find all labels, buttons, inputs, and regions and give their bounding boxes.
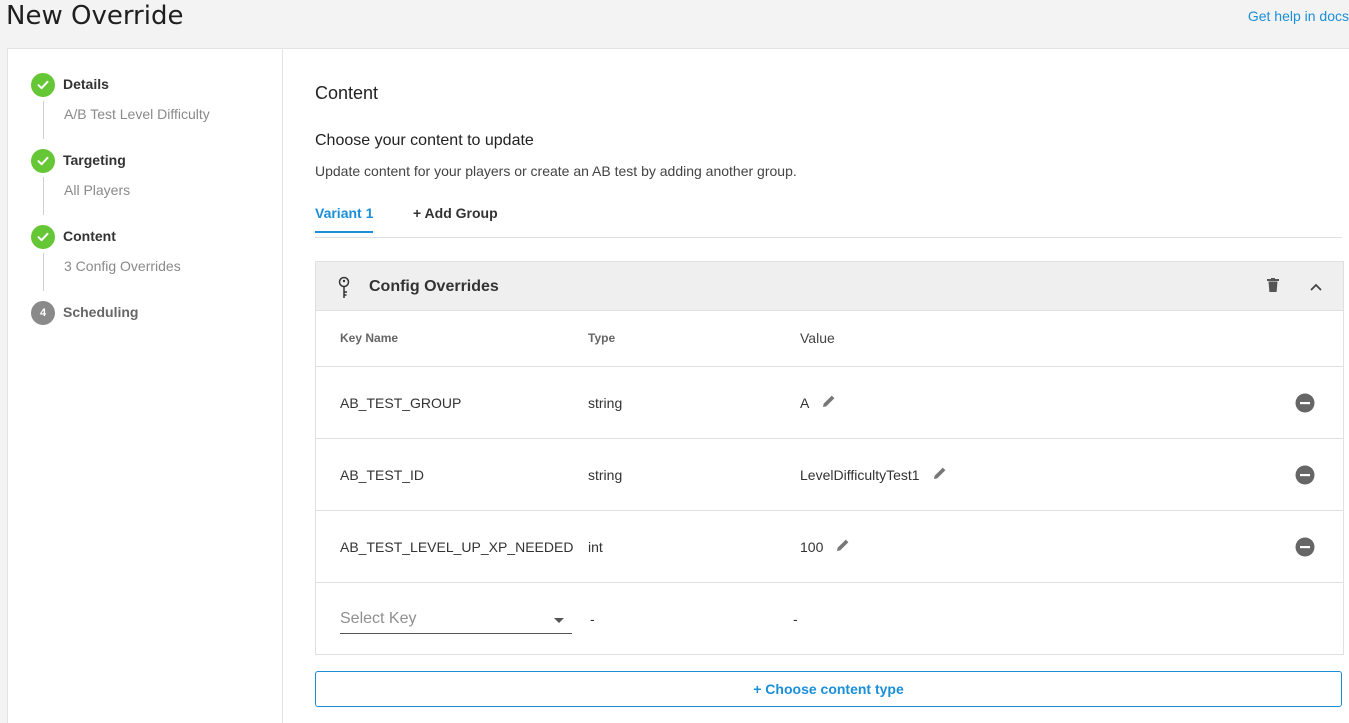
check-icon — [31, 225, 55, 249]
section-title: Content — [315, 83, 379, 103]
step-connector — [43, 253, 44, 291]
key-icon — [336, 276, 352, 305]
step-connector — [43, 177, 44, 215]
new-key-row: Select Key - - — [316, 583, 1343, 654]
step-number-badge: 4 — [31, 301, 55, 325]
content-area: Content Choose your content to update Up… — [283, 49, 1349, 723]
key-name-cell: AB_TEST_LEVEL_UP_XP_NEEDED — [340, 539, 574, 555]
choose-content-type-button[interactable]: + Choose content type — [315, 671, 1342, 707]
choose-content-description: Update content for your players or creat… — [315, 163, 797, 179]
pencil-icon[interactable] — [932, 465, 948, 484]
tab-variant-1[interactable]: Variant 1 — [315, 205, 374, 233]
caret-down-icon — [554, 618, 564, 623]
table-header: Key Name Type Value — [316, 311, 1343, 367]
step-title: Content — [63, 228, 116, 244]
config-overrides-card: Config Overrides Key Name Type Value AB_… — [315, 261, 1344, 655]
table-row: AB_TEST_ID string LevelDifficultyTest1 — [316, 439, 1343, 511]
value-text: LevelDifficultyTest1 — [800, 466, 920, 483]
type-cell: int — [588, 539, 603, 555]
help-docs-link[interactable]: Get help in docs — [1248, 8, 1349, 24]
chevron-up-icon[interactable] — [1309, 279, 1323, 297]
value-text: 100 — [800, 538, 824, 555]
variant-tabs: Variant 1 + Add Group — [315, 199, 1342, 238]
remove-circle-icon[interactable] — [1295, 393, 1315, 418]
pencil-icon[interactable] — [821, 393, 837, 412]
key-name-cell: AB_TEST_ID — [340, 467, 425, 483]
pencil-icon[interactable] — [835, 537, 851, 556]
step-title: Targeting — [63, 152, 126, 168]
step-title: Details — [63, 76, 109, 92]
check-icon — [31, 149, 55, 173]
trash-icon[interactable] — [1267, 278, 1279, 297]
check-icon — [31, 73, 55, 97]
value-text: A — [800, 394, 810, 411]
value-cell: LevelDifficultyTest1 — [800, 465, 948, 484]
step-title: Scheduling — [63, 304, 139, 320]
type-placeholder: - — [590, 611, 595, 627]
type-cell: string — [588, 395, 623, 411]
step-connector — [43, 101, 44, 139]
steps-sidebar: Details A/B Test Level Difficulty Target… — [8, 49, 283, 723]
column-value: Value — [800, 330, 835, 346]
step-subtitle: 3 Config Overrides — [64, 258, 181, 274]
table-row: AB_TEST_GROUP string A — [316, 367, 1343, 439]
select-key-placeholder: Select Key — [340, 610, 417, 627]
value-cell: 100 — [800, 537, 851, 556]
type-cell: string — [588, 467, 623, 483]
step-subtitle: A/B Test Level Difficulty — [64, 106, 210, 122]
value-placeholder: - — [793, 611, 798, 627]
page-title: New Override — [6, 1, 184, 31]
table-row: AB_TEST_LEVEL_UP_XP_NEEDED int 100 — [316, 511, 1343, 583]
main-panel: Details A/B Test Level Difficulty Target… — [7, 48, 1349, 723]
column-key-name: Key Name — [340, 331, 399, 345]
column-type: Type — [588, 331, 616, 345]
value-cell: A — [800, 393, 837, 412]
choose-content-title: Choose your content to update — [315, 132, 534, 149]
remove-circle-icon[interactable] — [1295, 537, 1315, 562]
card-header[interactable]: Config Overrides — [316, 262, 1343, 311]
key-name-cell: AB_TEST_GROUP — [340, 395, 462, 411]
card-title: Config Overrides — [369, 278, 499, 295]
step-subtitle: All Players — [64, 182, 131, 198]
remove-circle-icon[interactable] — [1295, 465, 1315, 490]
add-group-button[interactable]: + Add Group — [413, 205, 498, 231]
select-key-dropdown[interactable]: Select Key — [340, 607, 572, 634]
